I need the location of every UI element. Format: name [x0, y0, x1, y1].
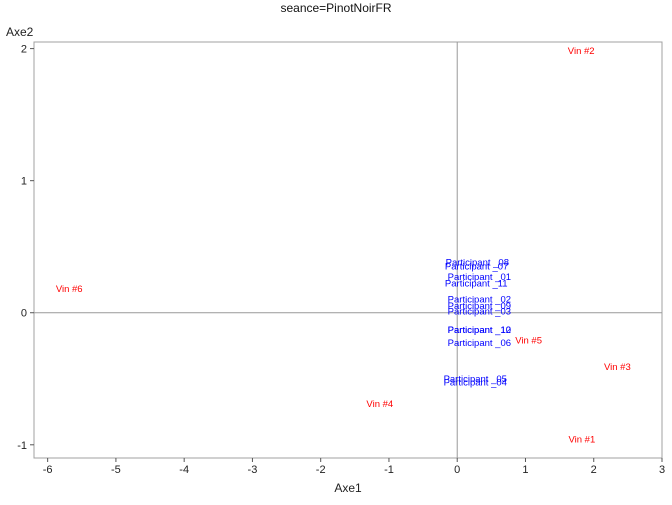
- data-labels: Vin #2 Vin #6 Vin #5 Vin #3 Vin #4 Vin #1 Part…: [56, 46, 631, 445]
- chart-title: seance=PinotNoirFR: [280, 1, 391, 15]
- scatter-chart: -6 -5 -4 -3 -2 -1 0 1 2 3 -1012 Vin #2Vin #6Vin #…: [6, 1, 665, 495]
- y-tick-label: 0: [21, 308, 27, 320]
- y-axis-title: Axe2: [6, 25, 34, 39]
- x-tick-label: 3: [659, 464, 665, 476]
- participant-point-label: Participant _12: [448, 325, 511, 336]
- x-tick-label: 1: [522, 464, 528, 476]
- x-axis-title: Axe1: [334, 481, 362, 495]
- participant-point-label: Participant _06: [448, 338, 511, 349]
- x-axis-ticks: -6 -5 -4 -3 -2 -1 0 1 2 3: [43, 458, 665, 476]
- wine-point-label: Vin #2: [568, 46, 595, 57]
- chart-stage: -6 -5 -4 -3 -2 -1 0 1 2 3 -1 0 1 2 Vin #2 Vin #6 Vin #…: [0, 0, 672, 505]
- x-tick-label: 0: [454, 464, 460, 476]
- x-tick-label: 2: [591, 464, 597, 476]
- x-tick-label: -4: [179, 464, 189, 476]
- y-axis-ticks: -1 0 1 2: [17, 44, 34, 452]
- participant-point-label: Participant _11: [445, 279, 508, 290]
- participant-point-label: Participant _04: [444, 378, 507, 389]
- participant-point-label: Participant _03: [448, 306, 511, 317]
- wine-point-label: Vin #1: [568, 435, 595, 446]
- wine-point-label: Vin #4: [366, 399, 393, 410]
- wine-point-label: Vin #3: [604, 362, 631, 373]
- x-tick-label: -5: [111, 464, 121, 476]
- wine-point-label: Vin #6: [56, 284, 83, 295]
- plot-frame: [33, 41, 663, 459]
- y-tick-label: 1: [21, 176, 27, 188]
- x-tick-label: -6: [43, 464, 53, 476]
- y-tick-label: 2: [21, 44, 27, 56]
- wine-point-label: Vin #5: [515, 335, 542, 346]
- y-tick-label: -1: [17, 440, 27, 452]
- x-tick-label: -1: [384, 464, 394, 476]
- participant-point-label: Participant _07: [445, 262, 508, 273]
- x-tick-label: -3: [248, 464, 258, 476]
- x-tick-label: -2: [316, 464, 326, 476]
